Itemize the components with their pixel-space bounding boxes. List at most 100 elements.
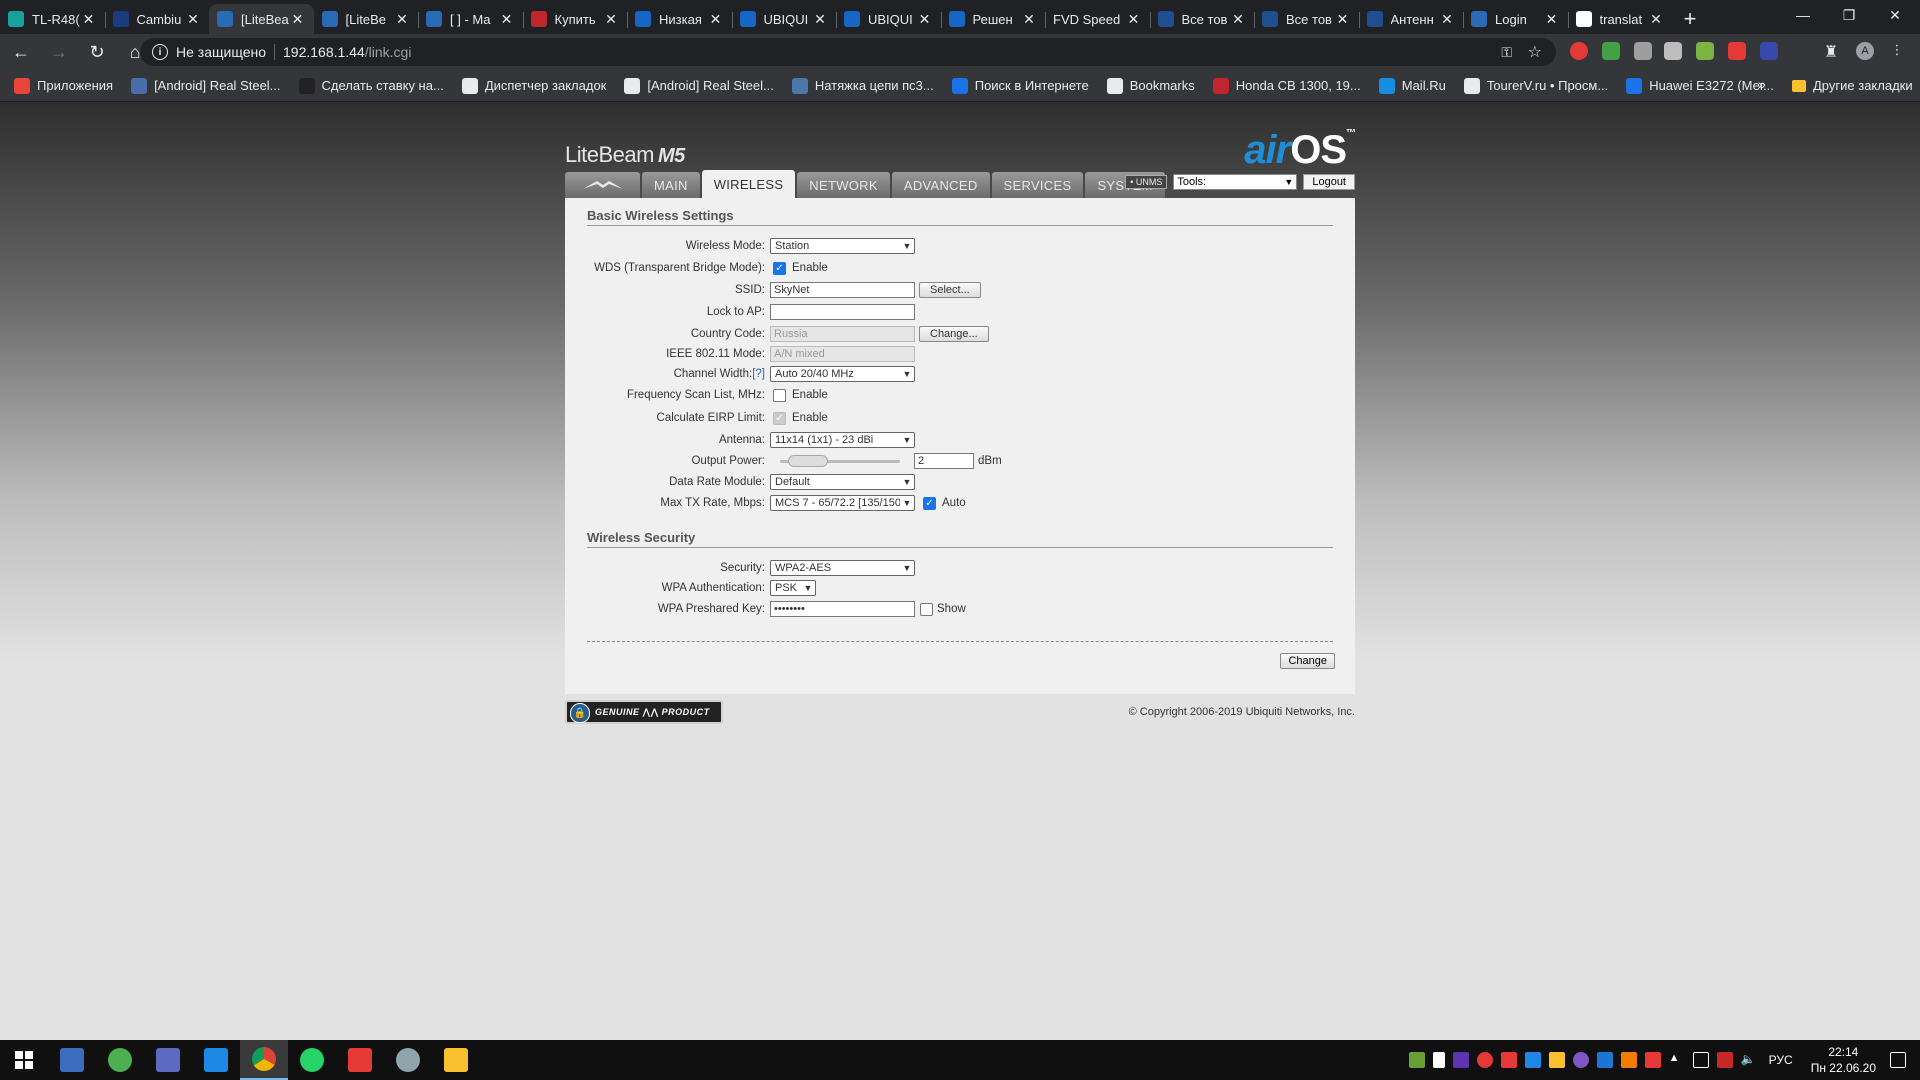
back-icon[interactable]: ← <box>4 37 38 67</box>
close-window-button[interactable]: ✕ <box>1872 0 1918 30</box>
taskbar-app-anydesk[interactable] <box>336 1040 384 1080</box>
tab-ubnt-logo[interactable] <box>565 172 640 198</box>
wireless-mode-select[interactable]: Station ▼ <box>770 238 915 254</box>
freq-scan-checkbox[interactable] <box>773 388 786 402</box>
close-tab-icon[interactable]: ✕ <box>917 11 933 28</box>
taskbar-app-chrome[interactable] <box>240 1040 288 1080</box>
minimize-button[interactable]: — <box>1780 0 1826 30</box>
lock-ap-input[interactable] <box>770 304 915 320</box>
monitor-icon[interactable] <box>1692 1052 1709 1068</box>
wds-checkbox[interactable]: ✓ <box>773 261 786 275</box>
close-tab-icon[interactable]: ✕ <box>1439 11 1455 28</box>
bookmark-item[interactable]: [Android] Real Steel... <box>624 77 774 94</box>
browser-tab[interactable]: Cambiu ✕ <box>104 4 210 34</box>
close-tab-icon[interactable]: ✕ <box>1230 11 1246 28</box>
tab-network[interactable]: NETWORK <box>797 172 890 198</box>
nvidia-icon[interactable] <box>1408 1052 1425 1068</box>
close-tab-icon[interactable]: ✕ <box>1648 11 1664 28</box>
app-tray-icon[interactable] <box>1716 1052 1733 1068</box>
close-tab-icon[interactable]: ✕ <box>1544 11 1560 28</box>
close-tab-icon[interactable]: ✕ <box>499 11 515 28</box>
download-icon[interactable] <box>1634 42 1652 60</box>
puzzle-icon[interactable]: ♜ <box>1824 42 1842 61</box>
close-tab-icon[interactable]: ✕ <box>1335 11 1351 28</box>
tab-main[interactable]: MAIN <box>642 172 700 198</box>
psk-show-checkbox[interactable] <box>920 602 933 616</box>
slider-thumb[interactable] <box>788 455 828 467</box>
change-button[interactable]: Change <box>1280 653 1335 669</box>
other-bookmarks[interactable]: Другие закладки <box>1792 78 1913 93</box>
bookmark-item[interactable]: Натяжка цепи пс3... <box>791 77 934 94</box>
profile-avatar[interactable]: A <box>1856 42 1874 60</box>
app-tray-icon[interactable] <box>1620 1052 1637 1068</box>
taskbar-app-paint[interactable] <box>384 1040 432 1080</box>
ssid-input[interactable]: SkyNet <box>770 282 915 298</box>
bookmark-item[interactable]: Диспетчер закладок <box>461 77 606 94</box>
app-tray-icon[interactable] <box>1452 1052 1469 1068</box>
screenshot-icon[interactable] <box>1664 42 1682 60</box>
download-extension-icon[interactable] <box>1602 42 1620 60</box>
channel-width-select[interactable]: Auto 20/40 MHz ▼ <box>770 366 915 382</box>
close-tab-icon[interactable]: ✕ <box>708 11 724 28</box>
browser-tab[interactable]: Антенн ✕ <box>1358 4 1464 34</box>
output-power-slider[interactable] <box>780 453 900 469</box>
app-tray-icon[interactable] <box>1548 1052 1565 1068</box>
browser-tab[interactable]: [LiteBe ✕ <box>314 4 419 34</box>
app-tray-icon[interactable] <box>1572 1052 1589 1068</box>
max-tx-auto-checkbox[interactable]: ✓ <box>923 496 936 510</box>
close-tab-icon[interactable]: ✕ <box>394 11 410 28</box>
close-tab-icon[interactable]: ✕ <box>290 11 306 28</box>
opera-icon[interactable] <box>1476 1052 1493 1068</box>
app-tray-icon[interactable] <box>1596 1052 1613 1068</box>
taskbar-app-utorrent[interactable] <box>96 1040 144 1080</box>
new-tab-button[interactable]: + <box>1672 4 1708 34</box>
extension-icon[interactable] <box>1570 42 1588 60</box>
unms-badge[interactable]: • UNMS <box>1125 175 1168 189</box>
taskbar-app-explorer[interactable] <box>432 1040 480 1080</box>
data-rate-select[interactable]: Default ▼ <box>770 474 915 490</box>
tab-wireless[interactable]: WIRELESS <box>701 170 796 198</box>
close-tab-icon[interactable]: ✕ <box>185 11 201 28</box>
app-tray-icon[interactable] <box>1644 1052 1661 1068</box>
browser-tab[interactable]: [LiteBea ✕ <box>209 4 314 34</box>
browser-tab[interactable]: TL-R48(✕ <box>0 4 105 34</box>
tab-services[interactable]: SERVICES <box>991 172 1084 198</box>
info-icon[interactable]: i <box>152 44 168 60</box>
clock[interactable]: 22:14 Пн 22.06.20 <box>1811 1044 1876 1076</box>
bookmark-item[interactable]: Приложения <box>14 77 113 94</box>
language-indicator[interactable]: РУС <box>1769 1053 1793 1067</box>
bookmarks-overflow-button[interactable]: » <box>1758 76 1766 92</box>
bookmark-item[interactable]: [Android] Real Steel... <box>131 77 281 94</box>
start-button[interactable] <box>0 1040 48 1080</box>
browser-tab[interactable]: Все тов ✕ <box>1254 4 1359 34</box>
star-icon[interactable]: ☆ <box>1528 42 1542 62</box>
bookmark-item[interactable]: Mail.Ru <box>1378 77 1446 94</box>
close-tab-icon[interactable]: ✕ <box>603 11 619 28</box>
browser-tab[interactable]: translat ✕ <box>1567 4 1673 34</box>
key-icon[interactable]: ⚿ <box>1501 44 1512 61</box>
s-extension-icon[interactable] <box>1760 42 1778 60</box>
tools-select[interactable]: Tools: ▼ <box>1173 174 1298 190</box>
close-tab-icon[interactable]: ✕ <box>1126 11 1142 28</box>
bookmark-item[interactable]: TourerV.ru • Просм... <box>1463 77 1608 94</box>
browser-tab[interactable]: UBIQUI ✕ <box>836 4 941 34</box>
network-icon[interactable] <box>1432 1052 1445 1068</box>
volume-icon[interactable]: 🔈 <box>1741 1052 1757 1068</box>
maximize-button[interactable]: ❐ <box>1826 0 1872 30</box>
psk-input[interactable]: •••••••• <box>770 601 915 617</box>
browser-tab[interactable]: [ ] - Ma ✕ <box>418 4 523 34</box>
browser-tab[interactable]: Все тов ✕ <box>1149 4 1255 34</box>
app-tray-icon[interactable] <box>1524 1052 1541 1068</box>
logout-button[interactable]: Logout <box>1303 174 1355 190</box>
chevron-up-icon[interactable]: ▲ <box>1669 1052 1685 1068</box>
country-change-button[interactable]: Change... <box>919 326 989 342</box>
browser-tab[interactable]: FVD Speed ✕ <box>1045 4 1150 34</box>
close-tab-icon[interactable]: ✕ <box>812 11 828 28</box>
taskbar-app-person[interactable] <box>192 1040 240 1080</box>
channel-width-help-link[interactable]: [?] <box>752 368 765 380</box>
taskbar-app-envelope[interactable] <box>144 1040 192 1080</box>
bookmark-item[interactable]: Huawei E3272 (Мег... <box>1626 77 1774 94</box>
bookmark-item[interactable]: Поиск в Интернете <box>951 77 1089 94</box>
close-tab-icon[interactable]: ✕ <box>1021 11 1037 28</box>
music-icon[interactable] <box>1728 42 1746 60</box>
